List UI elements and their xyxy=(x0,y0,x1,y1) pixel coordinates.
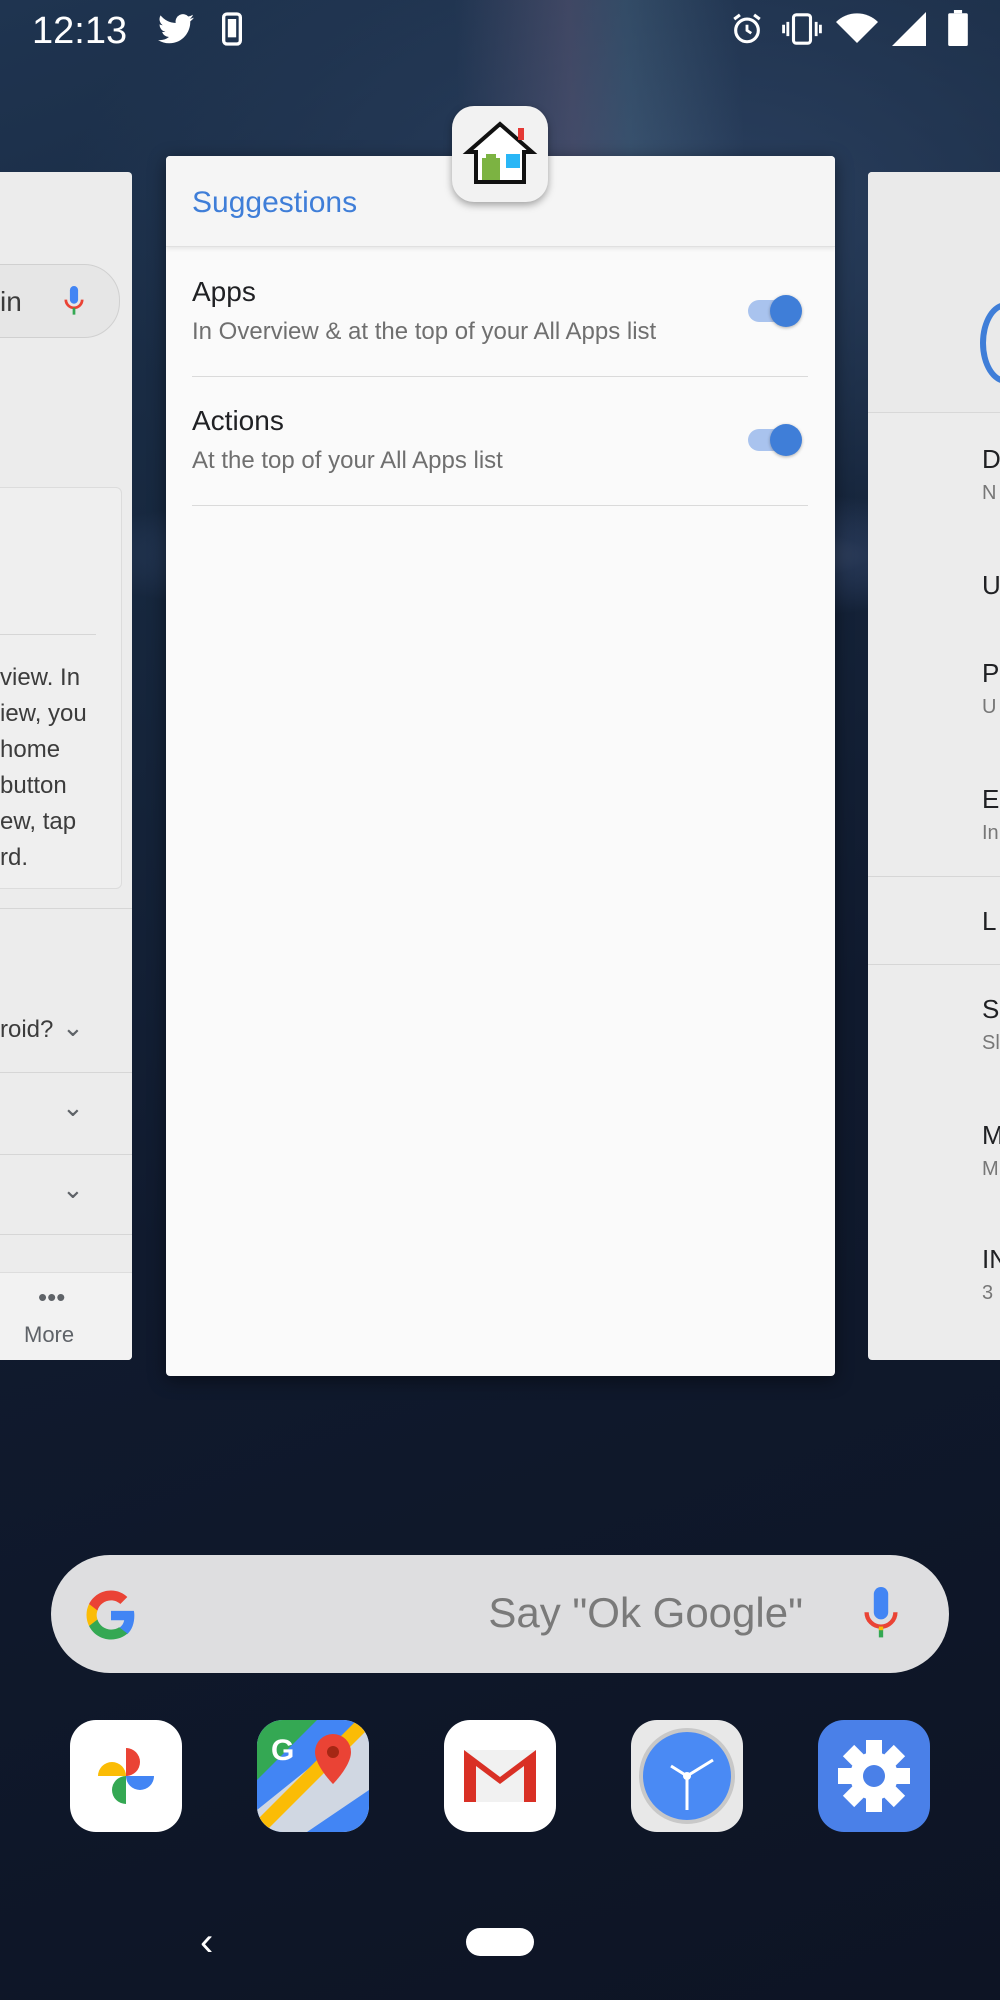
faq-item-text: roid? xyxy=(0,1016,54,1043)
app-icon-badge[interactable] xyxy=(452,106,548,202)
setting-title: Apps xyxy=(192,276,256,307)
vibrate-icon xyxy=(782,13,822,45)
more-icon[interactable]: ••• xyxy=(38,1282,65,1313)
recent-card-launcher-settings[interactable]: Suggestions Apps In Overview & at the to… xyxy=(166,156,835,1376)
list-item-title[interactable]: D xyxy=(982,444,1000,475)
list-item-title[interactable]: P xyxy=(982,658,999,689)
nav-home-button[interactable] xyxy=(466,1928,534,1956)
search-box-text: in xyxy=(0,286,22,317)
list-item-subtitle: 3 xyxy=(982,1282,994,1304)
list-item-title[interactable]: E xyxy=(982,784,999,815)
list-item-title[interactable]: IN xyxy=(982,1244,1000,1275)
apps-toggle[interactable] xyxy=(748,292,802,328)
recent-card-right[interactable]: D N U P U E In L S Sl M M IN 3 xyxy=(868,172,1000,1360)
list-item-subtitle: In xyxy=(982,822,999,844)
svg-text:G: G xyxy=(271,1734,294,1767)
app-info-header xyxy=(868,172,1000,413)
setting-title: Actions xyxy=(192,405,284,436)
google-search-bar[interactable]: Say "Ok Google" xyxy=(51,1555,949,1673)
chevron-down-icon[interactable]: ⌄ xyxy=(62,1174,84,1205)
twitter-icon xyxy=(158,14,194,44)
list-item-subtitle: U xyxy=(982,696,997,718)
list-item-title[interactable]: U xyxy=(982,570,1000,601)
settings-app-icon[interactable] xyxy=(818,1720,930,1832)
battery-icon xyxy=(948,10,968,46)
google-g-icon xyxy=(86,1590,135,1640)
more-label[interactable]: More xyxy=(24,1322,74,1348)
mic-icon xyxy=(64,286,84,315)
search-placeholder: Say "Ok Google" xyxy=(488,1589,803,1636)
photos-app-icon[interactable] xyxy=(70,1720,182,1832)
wifi-icon xyxy=(836,13,878,43)
clock-app-icon[interactable] xyxy=(631,1720,743,1832)
info-paragraph: view. In iew, you home button ew, tap rd… xyxy=(0,664,87,871)
maps-app-icon[interactable]: G xyxy=(257,1720,369,1832)
status-time: 12:13 xyxy=(32,10,128,52)
list-item-subtitle: N xyxy=(982,482,997,504)
status-bar: 12:13 xyxy=(0,0,1000,60)
mic-icon[interactable] xyxy=(863,1587,899,1641)
actions-toggle[interactable] xyxy=(748,421,802,457)
list-item-subtitle: M xyxy=(982,1158,999,1180)
chevron-down-icon[interactable]: ⌄ xyxy=(62,1012,84,1043)
setting-apps[interactable]: Apps In Overview & at the top of your Al… xyxy=(192,248,808,377)
nav-back-icon[interactable]: ‹ xyxy=(200,1920,213,1965)
alarm-icon xyxy=(733,13,761,44)
signal-icon xyxy=(892,12,926,46)
setting-subtitle: In Overview & at the top of your All App… xyxy=(192,318,657,345)
recent-card-left[interactable]: in view. In iew, you home button ew, tap… xyxy=(0,172,132,1360)
phone-icon xyxy=(222,12,242,46)
list-item-subtitle: Sl xyxy=(982,1032,1000,1054)
house-icon xyxy=(462,121,538,184)
setting-actions[interactable]: Actions At the top of your All Apps list xyxy=(192,377,808,506)
setting-subtitle: At the top of your All Apps list xyxy=(192,447,503,474)
chevron-down-icon[interactable]: ⌄ xyxy=(62,1092,84,1123)
list-item-title[interactable]: L xyxy=(982,906,996,937)
gmail-app-icon[interactable] xyxy=(444,1720,556,1832)
page-title: Suggestions xyxy=(192,186,358,219)
list-item-title[interactable]: M xyxy=(982,1120,1000,1151)
list-item-title[interactable]: S xyxy=(982,994,999,1025)
